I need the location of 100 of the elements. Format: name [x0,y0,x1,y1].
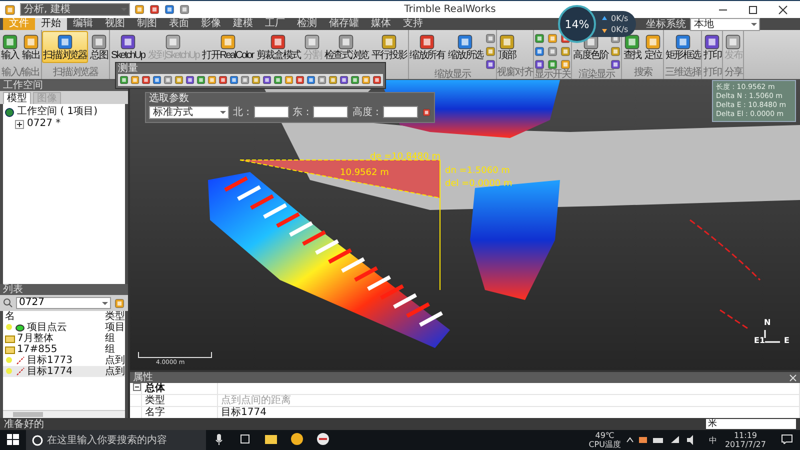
close-icon[interactable] [778,4,788,14]
type-cell-text: 组 [104,333,116,344]
small-tool-icon [610,59,622,70]
quick-access-icon [149,4,160,15]
ribbon-button[interactable]: 缩放所有 [408,31,446,63]
coordinate-input[interactable] [254,106,289,118]
list-row[interactable]: 目标1774 点到 [3,366,125,377]
ribbon-button[interactable]: 检查式浏览 [323,31,370,63]
ribbon-button[interactable]: 打印 [702,31,722,63]
toggle-icon [534,59,546,70]
ribbon-button[interactable]: SketchUp [110,31,146,63]
menu-tab[interactable]: 检测 [291,18,323,30]
workspace-combo[interactable]: 分析, 建模 [20,3,130,16]
ribbon-button[interactable]: 平行投影 [370,31,408,63]
window-title: Trimble RealWorks [403,4,497,15]
tool-icon [380,33,398,51]
unit-field[interactable]: 米 [706,419,796,429]
ribbon-button[interactable]: 矩形框选 [664,31,702,63]
group-label: 视窗对齐 [497,68,534,79]
measure-line-icon [5,356,25,365]
item-name: 17#855 [17,344,58,355]
ribbon-button[interactable]: 顶部 [497,31,518,63]
menu-tab[interactable]: 影像 [195,18,227,30]
group-label: 打印 [702,68,722,79]
tool-icon [164,33,182,51]
tool-icon [22,33,40,51]
coordinate-input[interactable] [382,106,418,118]
list-row[interactable]: 目标1773 点到 [3,355,125,366]
taskbar-search-field[interactable]: 在这里输入你要搜索的内容 [26,430,206,450]
field-label: 北 : [233,106,250,119]
pick-icon [422,106,432,118]
coordinate-combo[interactable]: 本地 [690,18,760,30]
ribbon-button[interactable]: 打开RealColor [201,31,254,63]
list-row[interactable]: 项目点云 项目 [3,322,125,333]
small-tool-icon [610,46,622,57]
expand-icon[interactable] [15,120,24,128]
column-header[interactable]: 名 [3,311,103,322]
tree-item[interactable]: 工作空间 ( 1项目) [5,106,123,118]
toggle-icon [534,33,546,44]
menu-tab[interactable]: 储存罐 [323,18,365,30]
tool-icon [724,33,742,51]
workspace-tab[interactable]: 模型 [3,92,31,104]
ribbon-button[interactable]: 剪裁盒模式 [255,31,302,63]
status-text: 准备好的 [4,418,44,431]
tool-icon [703,33,722,51]
list-row[interactable]: 17#855 组 [3,344,125,355]
tool-icon [90,33,108,51]
panel-title: 属性 [133,372,153,383]
menu-tab[interactable]: 媒体 [365,18,397,30]
menu-tab[interactable]: 视图 [99,18,131,30]
menu-tab[interactable]: 开始 [35,18,67,30]
group-label: 搜索 [632,68,654,79]
app-logo-icon [4,4,16,16]
tool-icon [674,33,692,51]
panel-title: 工作空间 [0,80,128,91]
ribbon-button[interactable]: 输入 [0,31,20,63]
menu-tab[interactable]: 表面 [163,18,195,30]
compass-label: E1 [754,336,766,345]
tool-icon [118,33,137,51]
tool-icon [269,33,288,51]
menu-tab[interactable]: 支持 [397,18,429,30]
up-arrow-icon [602,16,607,22]
menu-tab[interactable]: 编辑 [67,18,99,30]
tool-icon [623,33,642,51]
tree-item[interactable]: 0727 * [5,118,123,130]
item-name: 项目点云 [27,322,67,333]
tool-icon [644,33,662,51]
circle-icon [32,434,43,446]
toolbar-title: 测量 [118,63,139,74]
property-name: 类型 [142,395,218,407]
search-field[interactable]: 0727 [16,297,111,309]
coordinate-input[interactable] [313,106,348,118]
cloud-icon [5,323,25,332]
ribbon-button[interactable]: 缩放所选 [446,31,484,63]
menu-tab[interactable]: 制图 [131,18,163,30]
list-row[interactable]: 7月整体 组 [3,333,125,344]
tool-icon [337,33,356,51]
menu-tab[interactable]: 建模 [227,18,259,30]
windows-logo-icon[interactable] [7,433,19,445]
panel-title: 列表 [0,284,128,295]
field-label: 高度 : [352,106,379,119]
column-header[interactable]: 类型 [103,311,125,322]
collapse-icon[interactable] [133,383,141,391]
ribbon-button[interactable]: 扫描浏览器 [42,31,88,63]
ribbon-button[interactable]: 定位 [643,31,664,63]
clock[interactable]: 11:19 2017/7/27 [724,431,766,449]
maximize-icon[interactable] [748,4,758,14]
type-cell-text: 点到 [104,366,125,377]
horizontal-scrollbar[interactable] [3,410,125,418]
quick-access-icon [179,4,190,15]
input-method-indicator[interactable]: 中 [708,436,717,444]
mode-combo[interactable]: 标准方式 [149,106,229,118]
coordinate-label: 坐标系统 [646,18,686,31]
folder-icon [114,298,125,308]
tool-icon [1,33,19,51]
small-tool-icon [485,46,496,57]
menu-tab[interactable]: 工厂 [259,18,291,30]
group-label: 显示开关 [534,70,572,80]
ribbon-button[interactable]: 总图 [89,31,110,63]
ribbon-button[interactable]: 输出 [21,31,41,63]
